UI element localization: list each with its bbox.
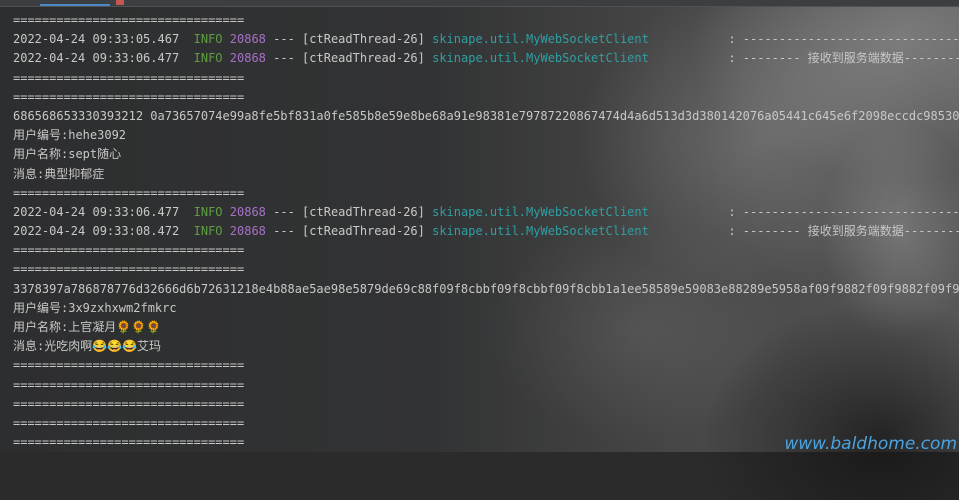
output-text: 3378397a786878776d32666d6b72631218e4b88a… xyxy=(13,281,959,296)
console-output[interactable]: ================================ 2022-04-… xyxy=(13,11,959,452)
log-message: : -------- 接收到服务端数据--------- xyxy=(648,51,959,66)
output-line: 消息:光吃肉啊😂😂😂艾玛 xyxy=(13,337,959,356)
tab-console-active[interactable] xyxy=(40,4,110,6)
log-line: 2022-04-24 09:33:06.477 INFO 20868 --- [… xyxy=(13,49,959,68)
watermark: www.baldhome.com xyxy=(784,434,957,454)
output-text: 686568653330393212 0a73657074e99a8fe5bf8… xyxy=(13,108,959,123)
separator-text: ================================ xyxy=(13,435,245,450)
log-level: INFO xyxy=(193,204,223,219)
log-separator: --- xyxy=(273,32,295,47)
log-logger: skinape.util.MyWebSocketClient xyxy=(432,51,649,66)
log-logger: skinape.util.MyWebSocketClient xyxy=(432,204,649,219)
log-thread: [ctReadThread-26] xyxy=(302,204,425,219)
separator-text: ================================ xyxy=(13,70,245,85)
separator-line: ================================ xyxy=(13,88,959,107)
log-level: INFO xyxy=(193,224,223,239)
log-message: : -------- 接收到服务端数据--------- xyxy=(648,224,959,239)
log-thread: [ctReadThread-26] xyxy=(302,32,425,47)
log-pid: 20868 xyxy=(229,204,266,219)
separator-line: ================================ xyxy=(13,395,959,414)
separator-text: ================================ xyxy=(13,243,245,258)
separator-line: ================================ xyxy=(13,69,959,88)
log-separator: --- xyxy=(273,51,295,66)
log-line: 2022-04-24 09:33:06.477 INFO 20868 --- [… xyxy=(13,203,959,222)
separator-text: ================================ xyxy=(13,13,245,27)
log-separator: --- xyxy=(273,224,295,239)
separator-line: ================================ xyxy=(13,356,959,375)
output-text: 用户编号:3x9zxhxwm2fmkrc xyxy=(13,300,177,315)
separator-text: ================================ xyxy=(13,358,245,373)
separator-line: ================================ xyxy=(13,241,959,260)
tab-endpoints-icon[interactable] xyxy=(116,0,124,5)
log-pid: 20868 xyxy=(229,51,266,66)
log-pid: 20868 xyxy=(229,32,266,47)
separator-line: ================================ xyxy=(13,11,959,30)
log-logger: skinape.util.MyWebSocketClient xyxy=(432,224,649,239)
separator-line: ================================ xyxy=(13,260,959,279)
output-text: 用户名称:上官凝月🌻🌻🌻 xyxy=(13,320,162,334)
separator-line: ================================ xyxy=(13,376,959,395)
log-level: INFO xyxy=(193,32,223,47)
separator-text: ================================ xyxy=(13,262,245,277)
log-message: : ------------------------------- xyxy=(648,204,959,219)
log-timestamp: 2022-04-24 09:33:06.477 xyxy=(13,204,180,219)
log-line: 2022-04-24 09:33:05.467 INFO 20868 --- [… xyxy=(13,30,959,49)
log-thread: [ctReadThread-26] xyxy=(302,224,425,239)
log-thread: [ctReadThread-26] xyxy=(302,51,425,66)
log-pid: 20868 xyxy=(229,224,266,239)
separator-text: ================================ xyxy=(13,377,245,392)
log-timestamp: 2022-04-24 09:33:05.467 xyxy=(13,32,180,47)
separator-text: ================================ xyxy=(13,89,245,104)
tool-window-tabbar xyxy=(0,0,959,7)
log-line: 2022-04-24 09:33:08.472 INFO 20868 --- [… xyxy=(13,222,959,241)
log-timestamp: 2022-04-24 09:33:08.472 xyxy=(13,224,180,239)
output-text: 用户编号:hehe3092 xyxy=(13,128,127,143)
output-line: 686568653330393212 0a73657074e99a8fe5bf8… xyxy=(13,107,959,126)
output-text: 消息:光吃肉啊😂😂😂艾玛 xyxy=(13,339,162,354)
log-level: INFO xyxy=(193,51,223,66)
output-line: 消息:典型抑郁症 xyxy=(13,165,959,184)
separator-text: ================================ xyxy=(13,185,245,200)
log-message: : ------------------------------- xyxy=(648,32,959,47)
log-logger: skinape.util.MyWebSocketClient xyxy=(432,32,649,47)
separator-text: ================================ xyxy=(13,415,245,430)
separator-line: ================================ xyxy=(13,184,959,203)
separator-line: ================================ xyxy=(13,414,959,433)
output-line: 用户名称:sept随心 xyxy=(13,145,959,164)
log-separator: --- xyxy=(273,204,295,219)
separator-text: ================================ xyxy=(13,396,245,411)
output-text: 用户名称:sept随心 xyxy=(13,147,122,162)
log-timestamp: 2022-04-24 09:33:06.477 xyxy=(13,51,180,66)
output-line: 用户名称:上官凝月🌻🌻🌻 xyxy=(13,318,959,337)
output-line: 用户编号:hehe3092 xyxy=(13,126,959,145)
output-line: 用户编号:3x9zxhxwm2fmkrc xyxy=(13,299,959,318)
output-text: 消息:典型抑郁症 xyxy=(13,166,105,181)
output-line: 3378397a786878776d32666d6b72631218e4b88a… xyxy=(13,280,959,299)
